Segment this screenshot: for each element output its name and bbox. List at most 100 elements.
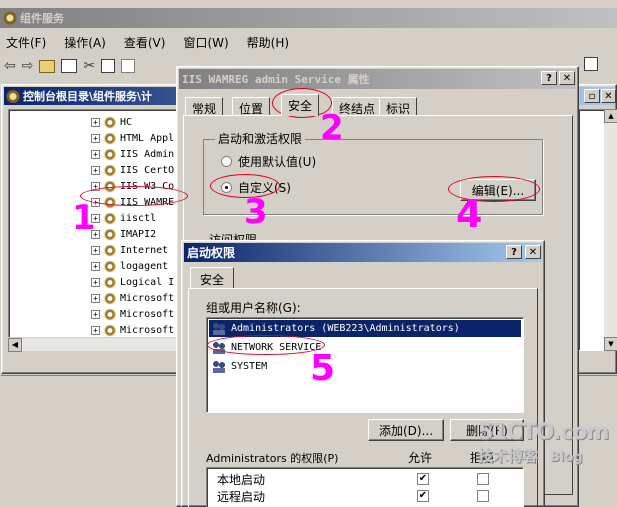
tree-item[interactable]: + Logical I (91, 274, 174, 290)
expand-icon[interactable]: + (91, 309, 100, 319)
default-radio-label: 使用默认值(U) (238, 155, 317, 169)
watermark-line3: Blog (550, 450, 583, 465)
menu-help[interactable]: 帮助(H) (247, 34, 289, 51)
component-icon (103, 259, 117, 273)
expand-icon[interactable]: + (91, 117, 100, 127)
tree-item-label: IIS CertO (120, 164, 175, 176)
tree-item[interactable]: + Microsoft (91, 322, 174, 338)
properties-icon[interactable] (101, 59, 116, 73)
local-launch-allow-checkbox[interactable]: ✔ (417, 473, 429, 485)
group-icon (211, 321, 227, 336)
perm-row-remote-launch: 远程启动 ✔ (217, 488, 517, 504)
tree-item[interactable]: + logagent (91, 258, 168, 274)
expand-icon[interactable]: + (91, 133, 100, 143)
ring-iis-wamreg (80, 186, 188, 206)
scroll-down-icon[interactable]: ▼ (604, 337, 617, 351)
add-button[interactable]: 添加(D)... (368, 419, 444, 441)
tab-launch-security[interactable]: 安全 (190, 267, 235, 289)
component-services-icon (3, 11, 17, 25)
tab-location[interactable]: 位置 (232, 97, 271, 116)
perm-row-local-launch: 本地启动 ✔ (217, 471, 517, 487)
tree-item-label: iisctl (120, 212, 157, 224)
user-row-system[interactable]: SYSTEM (209, 358, 267, 375)
properties-close-button[interactable]: ✕ (559, 71, 575, 85)
tree-item-label: HTML Appl (120, 132, 175, 144)
annotation-4: 4 (456, 192, 483, 236)
component-icon (103, 227, 117, 241)
tree-item-label: logagent (120, 260, 169, 272)
expand-icon[interactable]: + (91, 293, 100, 303)
tree-item[interactable]: + HTML Appl (91, 130, 174, 146)
tree-item-label: IIS Admin (120, 148, 175, 160)
annotation-3: 3 (244, 192, 268, 232)
expand-icon[interactable]: + (91, 261, 100, 271)
expand-icon[interactable]: + (91, 325, 100, 335)
watermark: 51CTO.com 技术博客 Blog (478, 420, 617, 500)
menu-file[interactable]: 文件(F) (6, 34, 46, 51)
child-restore-button[interactable]: ▫ (584, 89, 600, 103)
tree-item[interactable]: + Microsoft (91, 290, 174, 306)
tab-identity[interactable]: 标识 (379, 97, 418, 116)
tree-item-label: Microsoft (120, 292, 175, 304)
launch-close-button[interactable]: ✕ (525, 245, 541, 259)
component-icon (103, 291, 117, 305)
expand-icon[interactable]: + (91, 149, 100, 159)
up-folder-icon[interactable] (39, 59, 56, 73)
show-tree-icon[interactable] (61, 59, 78, 73)
annotation-2: 2 (320, 108, 344, 148)
component-icon (103, 147, 117, 161)
user-list: Administrators (WEB223\Administrators) N… (206, 317, 524, 413)
launch-help-button[interactable]: ? (506, 245, 522, 259)
child-title: 控制台根目录\组件服务\计 (23, 90, 153, 103)
expand-icon[interactable]: + (91, 277, 100, 287)
tree-item[interactable]: + Internet (91, 242, 168, 258)
scroll-up-icon[interactable]: ▲ (604, 109, 617, 123)
component-icon (103, 323, 117, 337)
refresh-icon[interactable] (121, 59, 136, 73)
expand-icon[interactable]: + (91, 245, 100, 255)
default-radio[interactable]: 使用默认值(U) (221, 153, 316, 170)
remote-launch-allow-checkbox[interactable]: ✔ (417, 490, 429, 502)
tree-item[interactable]: + IIS CertO (91, 162, 174, 178)
menu-window[interactable]: 窗口(W) (183, 34, 228, 51)
launch-group-label: 启动和激活权限 (215, 130, 306, 147)
tree-item[interactable]: + IIS Admin (91, 146, 174, 162)
tree-item[interactable]: + Microsoft (91, 306, 174, 322)
properties-titlebar: IIS WAMREG admin Service 属性 (179, 69, 576, 89)
component-icon (103, 163, 117, 177)
scroll-left-icon[interactable]: ◀ (8, 338, 22, 352)
tab-security[interactable]: 安全 (281, 94, 320, 116)
tree-hscroll[interactable]: ◀ (8, 337, 184, 352)
default-radio-button[interactable] (221, 156, 232, 167)
menu-view[interactable]: 查看(V) (124, 34, 166, 51)
mmc-title: 组件服务 (20, 12, 64, 25)
tree-item[interactable]: + IMAPI2 (91, 226, 156, 242)
expand-icon[interactable]: + (91, 165, 100, 175)
properties-help-button[interactable]: ? (541, 71, 557, 85)
tree-item-label: Logical I (120, 276, 175, 288)
menu-action[interactable]: 操作(A) (64, 34, 106, 51)
tab-general[interactable]: 常规 (185, 97, 224, 116)
component-icon (103, 115, 117, 129)
watermark-line2: 技术博客 (478, 447, 539, 465)
mmc-menubar: 文件(F) 操作(A) 查看(V) 窗口(W) 帮助(H) (0, 32, 617, 52)
tree-item[interactable]: + HC (91, 114, 132, 130)
perm-name: 远程启动 (217, 490, 266, 504)
back-icon[interactable]: ⇦ (4, 58, 16, 74)
component-icon (103, 131, 117, 145)
component-icon (103, 243, 117, 257)
ring-network-service (207, 335, 325, 355)
toolbar-list-icon[interactable] (584, 57, 598, 71)
tree-item-label: Internet (120, 244, 169, 256)
component-icon (103, 307, 117, 321)
launch-titlebar: 启动权限 (184, 243, 542, 262)
detail-vscroll[interactable]: ▲ ▼ (604, 109, 617, 351)
forward-icon[interactable]: ⇨ (22, 58, 34, 74)
properties-title: IIS WAMREG admin Service 属性 (182, 73, 370, 86)
tree-item-label: Microsoft (120, 324, 175, 336)
child-close-button[interactable]: ✕ (601, 89, 616, 103)
tree-item[interactable]: + iisctl (91, 210, 156, 226)
permission-label: Administrators 的权限(P) (206, 452, 339, 465)
cut-icon[interactable]: ✂ (83, 58, 95, 74)
component-icon (103, 211, 117, 225)
